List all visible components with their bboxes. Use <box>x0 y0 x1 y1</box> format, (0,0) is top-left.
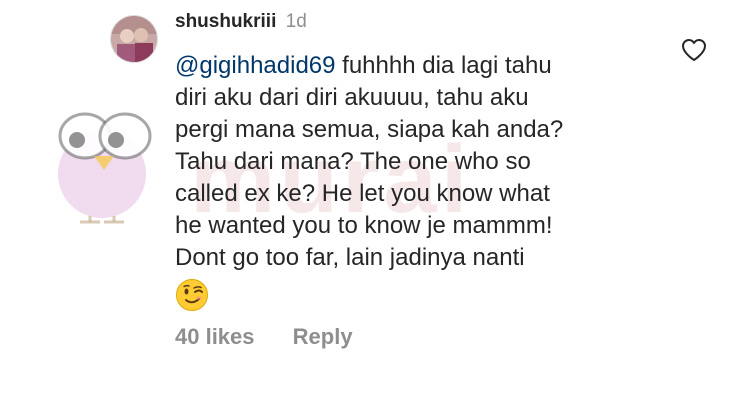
reply-button[interactable]: Reply <box>293 324 353 350</box>
winking-face-icon <box>176 279 208 311</box>
comment-body: shushukriii 1d @gigihhadid69 fuhhhh dia … <box>175 8 665 321</box>
heart-icon[interactable] <box>681 38 707 62</box>
owl-mascot-icon <box>58 112 152 224</box>
avatar[interactable] <box>110 15 158 63</box>
comment-line-1: @gigihhadid69 fuhhhh dia lagi tahu <box>175 50 665 82</box>
comment-line-4: Tahu dari mana? The one who so <box>175 148 531 175</box>
comment-line-1-text: fuhhhh dia lagi tahu <box>335 52 552 79</box>
username-link[interactable]: shushukriii <box>175 11 276 32</box>
comment-screen: murai shushukriii 1d @gigihhadid69 fuhhh… <box>0 0 750 400</box>
mention-link[interactable]: @gigihhadid69 <box>175 52 336 79</box>
comment-text: @gigihhadid69 fuhhhh dia lagi tahu diri … <box>175 50 665 321</box>
comment-line-2: diri aku dari diri akuuuu, tahu aku <box>175 84 529 111</box>
comment-header: shushukriii 1d <box>175 8 665 36</box>
comment-line-3: pergi mana semua, siapa kah anda? <box>175 116 564 143</box>
comment-line-7: Dont go too far, lain jadinya nanti <box>175 244 525 271</box>
avatar-photo-icon <box>111 16 157 62</box>
comment-actions: 40 likes Reply <box>175 324 353 350</box>
likes-count-button[interactable]: 40 likes <box>175 324 255 350</box>
timestamp[interactable]: 1d <box>286 11 307 32</box>
comment-line-6: he wanted you to know je mammm! <box>175 212 553 239</box>
comment-line-5: called ex ke? He let you know what <box>175 180 550 207</box>
